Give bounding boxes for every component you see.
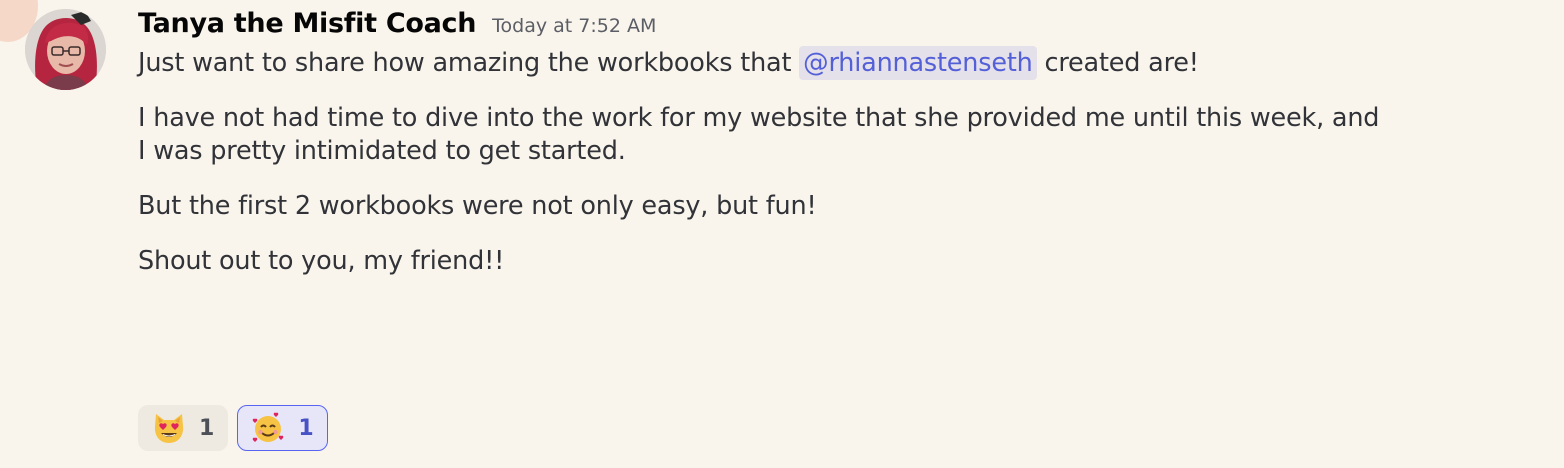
smiling-face-with-hearts-icon [253, 412, 284, 442]
reaction-heart-eyes-cat[interactable]: 1 [138, 405, 229, 451]
author-name[interactable]: Tanya the Misfit Coach [138, 8, 476, 39]
message-text: created are! [1036, 48, 1199, 78]
avatar[interactable] [25, 9, 106, 90]
message-timestamp[interactable]: Today at 7:52 AM [492, 15, 656, 37]
message-line: Just want to share how amazing the workb… [138, 46, 1538, 80]
chat-message: Tanya the Misfit Coach Today at 7:52 AM … [138, 8, 1538, 278]
user-mention[interactable]: @rhiannastenseth [799, 46, 1037, 80]
message-line: I have not had time to dive into the wor… [138, 103, 1380, 133]
message-content: Just want to share how amazing the workb… [138, 46, 1538, 278]
heart-eyes-cat-icon [154, 414, 184, 443]
message-text: Just want to share how amazing the workb… [138, 48, 800, 78]
reaction-count: 1 [298, 415, 314, 441]
message-header: Tanya the Misfit Coach Today at 7:52 AM [138, 8, 1538, 46]
reactions-bar: 1 1 [138, 405, 328, 451]
reaction-count: 1 [199, 415, 215, 441]
avatar-image [25, 9, 106, 90]
message-line: Shout out to you, my friend!! [138, 246, 505, 276]
reaction-smiling-face-with-hearts[interactable]: 1 [237, 405, 328, 451]
message-line: I was pretty intimidated to get started. [138, 136, 626, 166]
message-line: But the first 2 workbooks were not only … [138, 191, 817, 221]
